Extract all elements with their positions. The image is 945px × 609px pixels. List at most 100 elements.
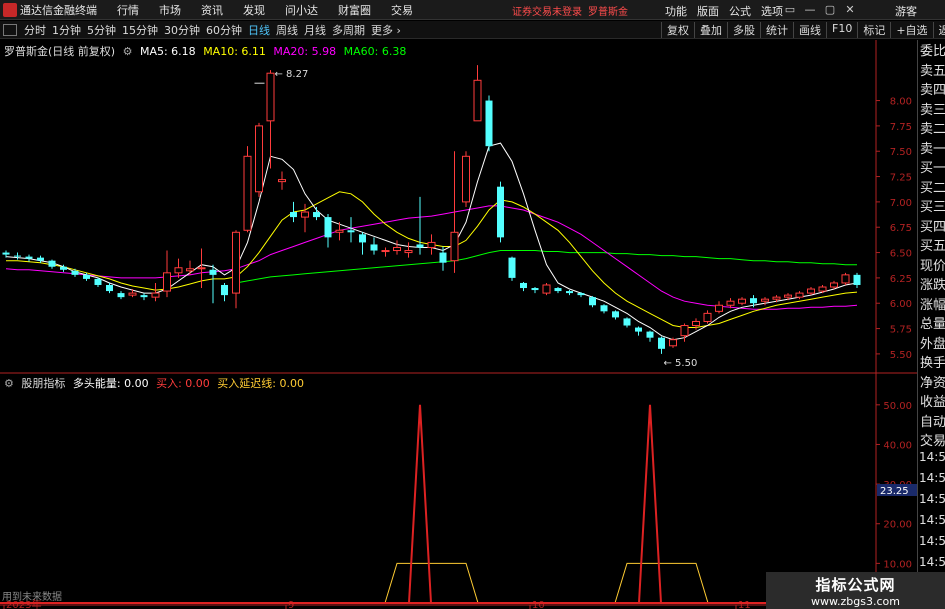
menu-layout[interactable]: 版面 xyxy=(697,3,719,19)
side-label[interactable]: 买五 xyxy=(918,235,945,255)
app-logo-icon xyxy=(3,2,17,17)
candle-body xyxy=(427,241,436,248)
side-label[interactable]: 现价 xyxy=(918,255,945,275)
tool-add-watchlist[interactable]: +自选 xyxy=(890,22,932,38)
menu-formula[interactable]: 公式 xyxy=(729,3,751,19)
high-price-label: ← 8.27 xyxy=(275,69,309,80)
restore-icon[interactable]: ▭ xyxy=(782,2,798,18)
candle-body xyxy=(48,260,56,267)
sub-settings-icon[interactable]: ⚙ xyxy=(4,377,14,390)
candle-body xyxy=(589,297,596,306)
period-15min[interactable]: 15分钟 xyxy=(122,22,158,38)
menu-function[interactable]: 功能 xyxy=(665,3,687,19)
panel-toggle-icon[interactable] xyxy=(3,23,17,36)
side-label[interactable]: 买四 xyxy=(918,216,945,236)
menu-ask[interactable]: 问小达 xyxy=(285,2,318,18)
tool-overlay[interactable]: 叠加 xyxy=(694,22,727,38)
candle-body xyxy=(646,331,654,338)
period-1min[interactable]: 1分钟 xyxy=(52,22,81,38)
period-intraday[interactable]: 分时 xyxy=(24,22,46,38)
tool-back[interactable]: 返回 xyxy=(932,22,945,38)
tool-stats[interactable]: 统计 xyxy=(760,22,793,38)
side-label[interactable]: 买一 xyxy=(918,157,945,177)
close-icon[interactable]: ✕ xyxy=(842,2,858,18)
side-label[interactable]: 卖二 xyxy=(918,118,945,138)
candle-body xyxy=(473,79,482,122)
candle-body xyxy=(301,211,309,218)
tool-draw-line[interactable]: 画线 xyxy=(793,22,826,38)
sub-marker-value: 23.25 xyxy=(880,486,909,497)
period-5min[interactable]: 5分钟 xyxy=(87,22,116,38)
minimize-icon[interactable]: — xyxy=(802,2,818,18)
legend-settings-icon[interactable]: ⚙ xyxy=(123,45,133,58)
chart-area[interactable]: 8.00 7.75 7.50 7.25 7.00 6.75 6.50 6.25 6.00 5.75… xyxy=(0,40,917,609)
maximize-icon[interactable]: ▢ xyxy=(822,2,838,18)
period-monthly[interactable]: 月线 xyxy=(304,22,326,38)
main-legend: 罗普斯金(日线 前复权) ⚙ MA5: 6.18 MA10: 6.11 MA20… xyxy=(4,43,410,59)
candle-body xyxy=(669,339,677,347)
candle-body xyxy=(393,246,401,252)
period-multi[interactable]: 多周期 xyxy=(332,22,365,38)
side-label[interactable]: 交易 xyxy=(918,430,945,450)
sub-tick-label: 50.00 xyxy=(883,401,912,412)
candle-body xyxy=(14,255,21,257)
candle-body xyxy=(347,230,355,233)
tick-time: 14:56 xyxy=(919,512,945,527)
period-more[interactable]: 更多 › xyxy=(371,22,401,38)
period-daily[interactable]: 日线 xyxy=(248,22,270,38)
menubar: 通达信金融终端 行情 市场 资讯 发现 问小达 财富圈 交易 证券交易未登录 罗… xyxy=(0,0,945,20)
side-label[interactable]: 卖五 xyxy=(918,60,945,80)
side-label[interactable]: 卖四 xyxy=(918,79,945,99)
low-price-label: ← 5.50 xyxy=(664,358,698,369)
period-60min[interactable]: 60分钟 xyxy=(206,22,242,38)
side-label[interactable]: 卖三 xyxy=(918,99,945,119)
menu-news[interactable]: 资讯 xyxy=(201,2,223,18)
candle-body xyxy=(715,304,723,312)
side-label[interactable]: 涨幅 xyxy=(918,294,945,314)
side-label[interactable]: 委比 xyxy=(918,40,945,60)
kline-chart[interactable]: 8.00 7.75 7.50 7.25 7.00 6.75 6.50 6.25 6.00 5.75… xyxy=(0,40,917,609)
candle-body xyxy=(658,337,665,349)
period-30min[interactable]: 30分钟 xyxy=(164,22,200,38)
candle-body xyxy=(266,72,275,122)
tool-adjust[interactable]: 复权 xyxy=(661,22,694,38)
menu-options[interactable]: 选项 xyxy=(761,3,783,19)
side-label[interactable]: 买三 xyxy=(918,196,945,216)
tool-mark[interactable]: 标记 xyxy=(857,22,890,38)
side-label[interactable]: 外盘 xyxy=(918,333,945,353)
sub-tick-label: 20.00 xyxy=(883,520,912,531)
side-label[interactable]: 总量 xyxy=(918,313,945,333)
candle-body xyxy=(25,256,33,259)
candle-body xyxy=(359,234,366,243)
menu-discover[interactable]: 发现 xyxy=(243,2,265,18)
sub-legend-buy: 买入: 0.00 xyxy=(156,377,210,390)
candle-body xyxy=(508,257,516,278)
period-weekly[interactable]: 周线 xyxy=(276,22,298,38)
menu-wealth[interactable]: 财富圈 xyxy=(338,2,371,18)
menu-trade[interactable]: 交易 xyxy=(391,2,413,18)
price-tick-label: 7.50 xyxy=(890,147,912,158)
top-right-menu: 功能 版面 公式 选项 xyxy=(665,3,793,19)
candle-body xyxy=(163,272,171,292)
candle-body xyxy=(60,266,67,270)
side-label[interactable]: 卖一 xyxy=(918,138,945,158)
side-label[interactable]: 自动 xyxy=(918,411,945,431)
guest-label[interactable]: 游客 xyxy=(895,3,917,19)
side-label[interactable]: 净资 xyxy=(918,372,945,392)
current-stock-name: 罗普斯金 xyxy=(588,7,628,18)
side-label[interactable]: 收益 xyxy=(918,391,945,411)
side-label[interactable]: 换手 xyxy=(918,352,945,372)
price-tick-label: 8.00 xyxy=(890,97,912,108)
candle-body xyxy=(221,284,228,296)
candle-body xyxy=(2,252,10,255)
side-label[interactable]: 涨跌 xyxy=(918,274,945,294)
tool-multi-stock[interactable]: 多股 xyxy=(727,22,760,38)
menu-quotes[interactable]: 行情 xyxy=(117,2,139,18)
login-status[interactable]: 证券交易未登录 xyxy=(512,3,582,18)
sub-tick-label: 40.00 xyxy=(883,440,912,451)
side-label[interactable]: 买二 xyxy=(918,177,945,197)
candle-body xyxy=(703,312,712,322)
menu-market[interactable]: 市场 xyxy=(159,2,181,18)
candle-body xyxy=(750,298,757,304)
tool-f10[interactable]: F10 xyxy=(826,22,857,38)
